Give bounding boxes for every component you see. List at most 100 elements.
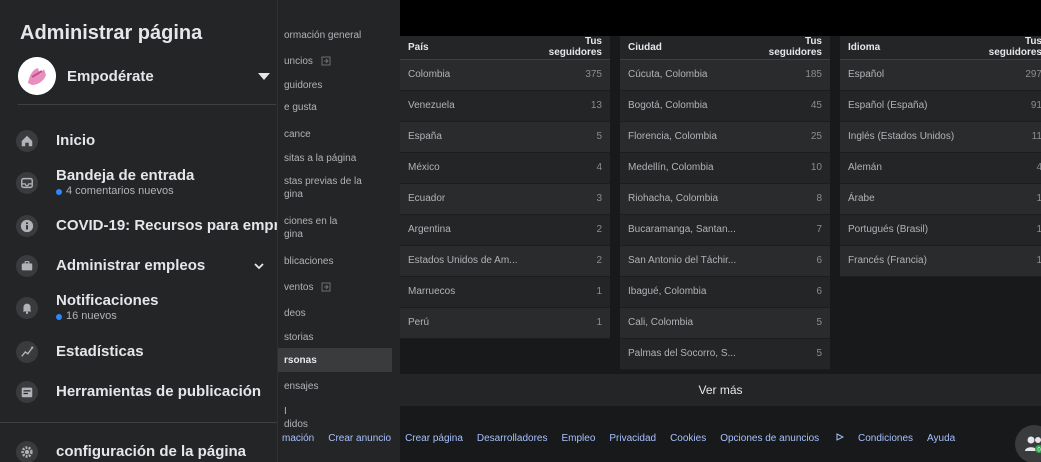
country-name-cell: Argentina [400, 214, 526, 246]
sidebar-item-label: Administrar empleos [56, 257, 206, 274]
people-insights-main: País Tus seguidores Colombia 375 Venezuela… [400, 0, 1041, 462]
language-table: Idioma Tus seguidores Español 297 Español … [840, 36, 1041, 277]
language-header: Idioma [840, 36, 965, 60]
country-row: Marruecos 1 [400, 276, 610, 308]
subnav-personas[interactable]: rsonas [278, 348, 392, 372]
caret-down-icon[interactable] [258, 72, 270, 80]
footer-link-privacidad[interactable]: Privacidad [609, 433, 656, 444]
subnav-alcance[interactable]: cance [278, 127, 392, 141]
footer-link-informacion[interactable]: mación [282, 433, 314, 444]
city-row: Cúcuta, Colombia 185 [620, 59, 830, 91]
language-name-cell: Español [840, 59, 965, 91]
subnav-acciones[interactable]: ciones en la gina [278, 214, 392, 242]
sidebar-item-empleos[interactable]: Administrar empleos [16, 255, 274, 277]
footer-link-cookies[interactable]: Cookies [670, 433, 706, 444]
sidebar-item-estadisticas[interactable]: Estadísticas [16, 341, 274, 363]
language-name-cell: Alemán [840, 152, 965, 184]
city-name-cell: Cali, Colombia [620, 307, 745, 339]
chevron-down-icon[interactable] [254, 261, 264, 271]
language-followers-cell: 91 [965, 90, 1041, 122]
sidebar-bottom-divider [0, 422, 277, 423]
sidebar-item-label: Notificaciones [56, 292, 159, 309]
country-followers-cell: 4 [525, 152, 610, 184]
footer-links: mación Crear anuncio Crear página Desarr… [282, 430, 982, 446]
footer-link-crear-anuncio[interactable]: Crear anuncio [328, 433, 391, 444]
country-followers-cell: 2 [525, 245, 610, 277]
city-name-cell: Bucaramanga, Santan... [620, 214, 745, 246]
sidebar-item-covid[interactable]: COVID-19: Recursos para empresas [16, 215, 277, 237]
subnav-anuncios[interactable]: uncios [278, 54, 392, 68]
country-followers-cell: 2 [525, 214, 610, 246]
subnav-anuncios-label: uncios [284, 55, 313, 67]
language-followers-cell: 1 [965, 183, 1041, 215]
subnav-videos[interactable]: deos [278, 306, 392, 320]
subnav-informacion-general[interactable]: ormación general [278, 28, 392, 42]
gear-icon [16, 441, 38, 462]
top-bar [400, 0, 1041, 36]
country-row: Argentina 2 [400, 214, 610, 246]
page-switcher[interactable]: Empodérate [18, 56, 276, 96]
city-followers-cell: 10 [745, 152, 830, 184]
footer-link-opciones-anuncios[interactable]: Opciones de anuncios [720, 433, 845, 444]
subnav-api[interactable]: I [278, 404, 392, 418]
subnav-me-gusta[interactable]: e gusta [278, 100, 392, 114]
subnav-mensajes[interactable]: ensajes [278, 379, 392, 393]
city-row: Bogotá, Colombia 45 [620, 90, 830, 122]
sidebar-item-label: Bandeja de entrada [56, 167, 195, 184]
sidebar-item-configuracion[interactable]: configuración de la página [16, 441, 274, 462]
page-avatar [18, 57, 56, 95]
country-header: País [400, 36, 526, 60]
language-name-cell: Español (España) [840, 90, 965, 122]
city-followers-cell: 185 [745, 59, 830, 91]
footer-link-crear-pagina[interactable]: Crear página [405, 433, 463, 444]
sidebar-item-notificaciones[interactable]: Notificaciones 16 nuevos [16, 292, 274, 323]
city-name-cell: San Antonio del Táchir... [620, 245, 745, 277]
country-name-cell: Marruecos [400, 276, 526, 308]
country-name-cell: Colombia [400, 59, 526, 91]
city-header: Ciudad [620, 36, 745, 60]
subnav-vistas-previas[interactable]: stas previas de la gina [278, 174, 392, 202]
subnav-pedidos[interactable]: didos [278, 418, 392, 430]
sidebar-item-inicio[interactable]: Inicio [16, 130, 274, 152]
ver-mas-button[interactable]: Ver más [400, 374, 1041, 406]
country-row: Colombia 375 [400, 59, 610, 91]
language-row: Español (España) 91 [840, 90, 1041, 122]
subnav-publicaciones[interactable]: blicaciones [278, 254, 392, 268]
city-followers-header: Tus seguidores [745, 36, 830, 60]
city-followers-cell: 8 [745, 183, 830, 215]
chart-icon [16, 341, 38, 363]
country-row: Venezuela 13 [400, 90, 610, 122]
country-name-cell: Ecuador [400, 183, 526, 215]
footer-link-condiciones[interactable]: Condiciones [858, 433, 913, 444]
sidebar-divider [18, 104, 276, 105]
unread-dot [56, 188, 62, 195]
language-row: Portugués (Brasil)1 [840, 214, 1041, 246]
country-name-cell: México [400, 152, 526, 184]
subnav-visitas[interactable]: sitas a la página [278, 151, 392, 165]
page-management-sidebar: Administrar página Empodérate Inicio Ban… [0, 0, 278, 462]
footer-link-desarrolladores[interactable]: Desarrolladores [477, 433, 548, 444]
city-name-cell: Medellín, Colombia [620, 152, 745, 184]
calendar-icon [16, 381, 38, 403]
chat-contacts-button[interactable]: 0 [1015, 425, 1041, 462]
subnav-eventos[interactable]: ventos [278, 280, 392, 294]
sidebar-item-bandeja[interactable]: Bandeja de entrada 4 comentarios nuevos [16, 167, 274, 198]
footer-link-ayuda[interactable]: Ayuda [927, 433, 955, 444]
city-followers-cell: 25 [745, 121, 830, 153]
city-name-cell: Ibagué, Colombia [620, 276, 745, 308]
sidebar-item-herramientas[interactable]: Herramientas de publicación [16, 381, 274, 403]
city-followers-cell: 6 [745, 276, 830, 308]
footer-link-empleo[interactable]: Empleo [561, 433, 595, 444]
city-followers-cell: 5 [745, 338, 830, 370]
city-followers-cell: 6 [745, 245, 830, 277]
inbox-new-count: 4 comentarios nuevos [56, 185, 274, 198]
people-icon: 0 [1025, 436, 1041, 453]
unread-dot [56, 313, 62, 320]
subnav-seguidores[interactable]: guidores [278, 78, 392, 92]
subnav-historias[interactable]: storias [278, 330, 392, 344]
language-followers-cell: 4 [965, 152, 1041, 184]
info-icon [16, 215, 38, 237]
city-row: Palmas del Socorro, S... 5 [620, 338, 830, 370]
country-name-cell: Perú [400, 307, 526, 339]
sidebar-item-label: Inicio [56, 132, 96, 149]
